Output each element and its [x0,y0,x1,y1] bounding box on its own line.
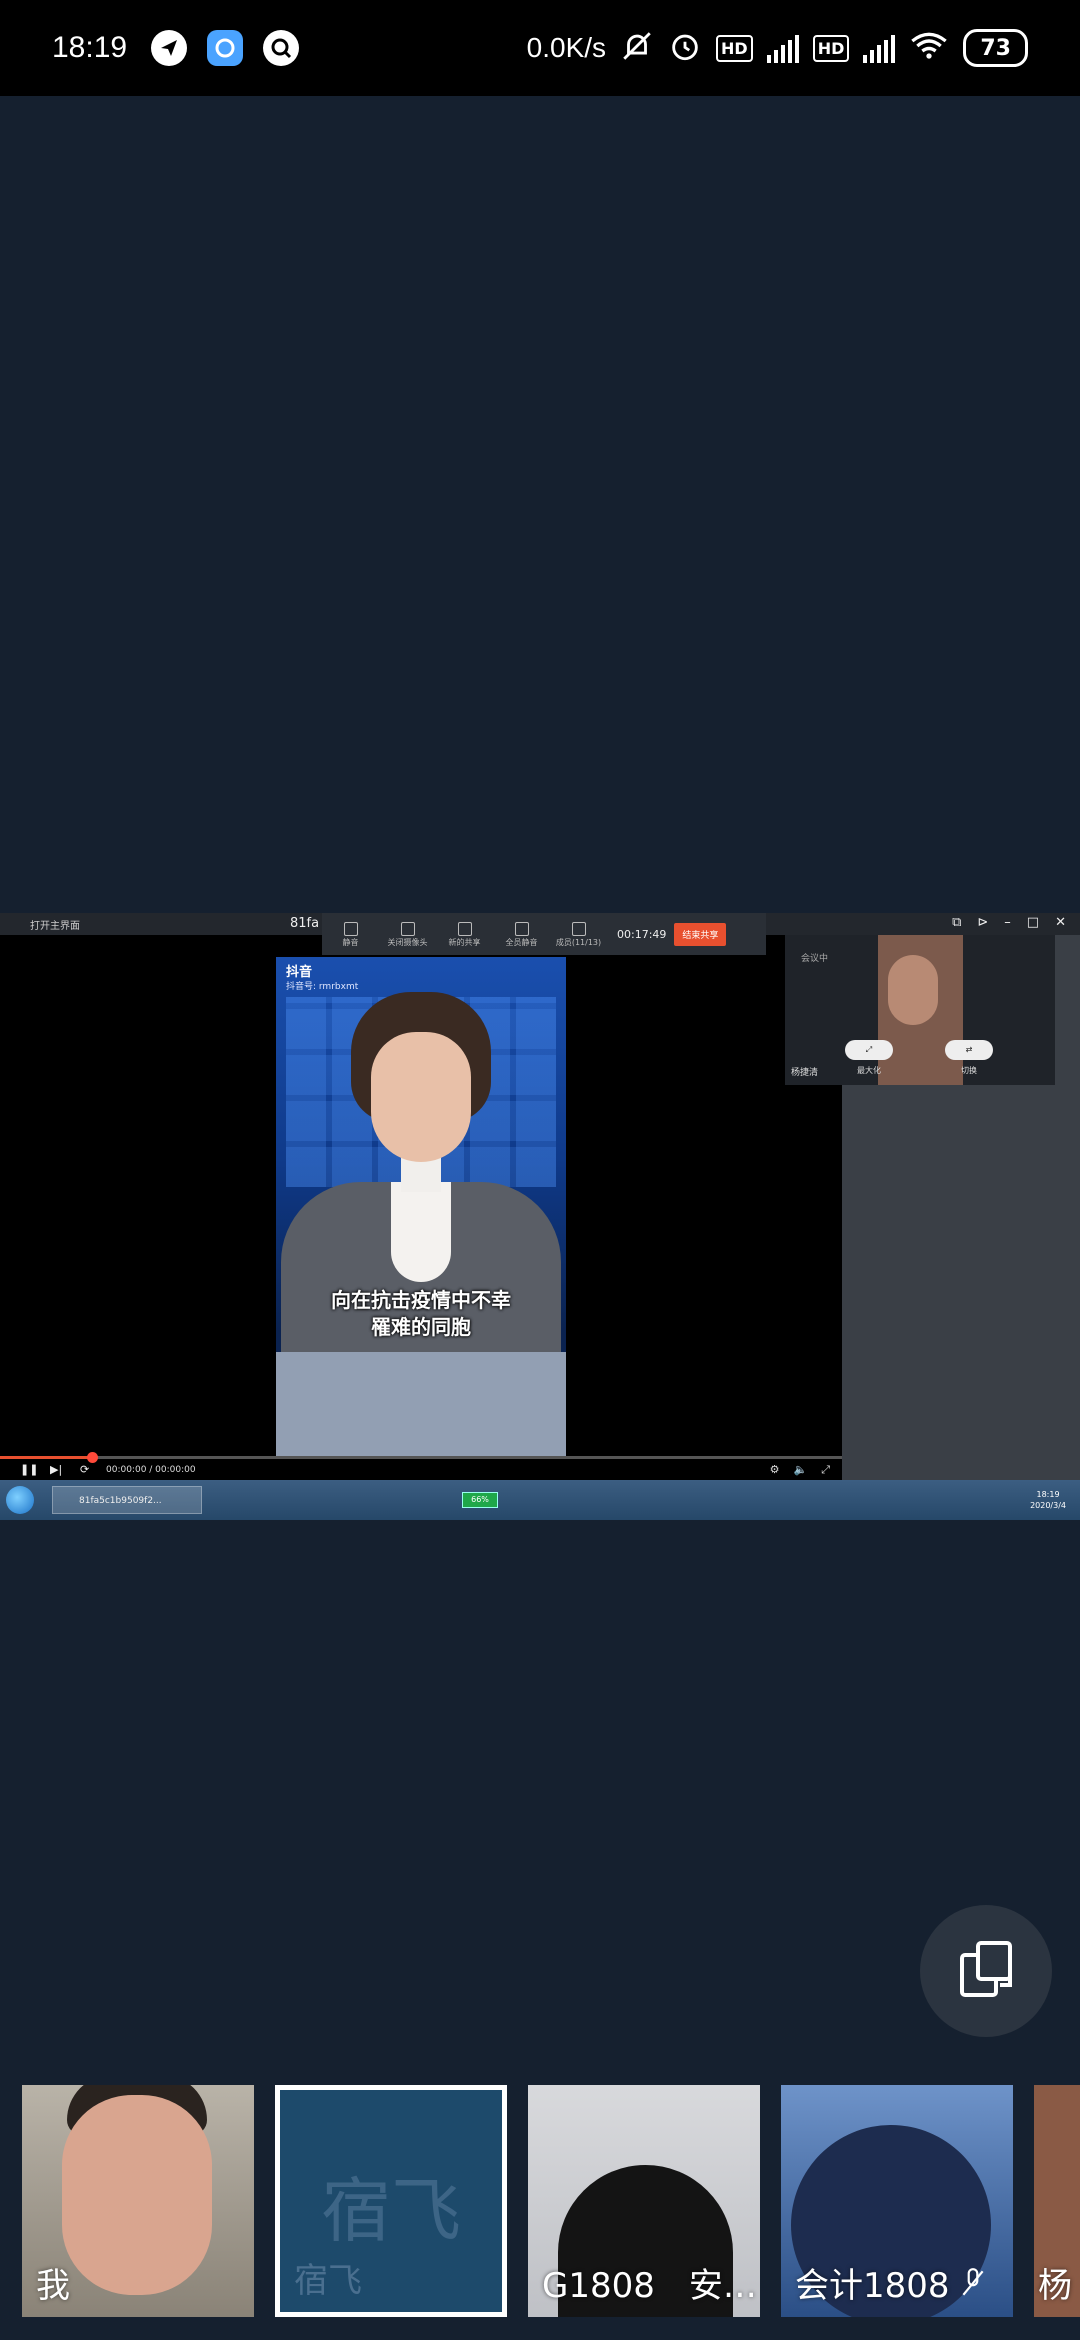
participant-strip[interactable]: 我 宿飞 宿飞 G1808 安… 会计1808 杨 [0,2085,1080,2320]
participant-tile[interactable]: G1808 安… [528,2085,760,2317]
start-button[interactable] [6,1486,34,1514]
participant-avatar-text: 宿飞 [321,2170,461,2252]
rotate-screen-icon [954,1937,1018,2005]
toolbar-mute-all-label: 全员静音 [505,938,538,947]
video-player[interactable]: 抖音 抖音号: rmrbxmt 向在抗击疫情中不幸 罹难的同胞 ❚❚ ▶| ⟳ … [0,935,842,1480]
toolbar-camera-label: 关闭摄像头 [387,938,428,947]
caption-line-1: 向在抗击疫情中不幸 [331,1288,511,1312]
douyin-id: 抖音号: rmrbxmt [286,982,359,992]
shared-screen[interactable]: 打开主界面 81fa ⧉ ⊳ – □ ✕ 抖音 抖音号: rmrbxmt 向在抗… [0,913,1080,1520]
signal-icon [766,33,799,63]
next-icon[interactable]: ▶| [50,1464,62,1475]
player-time: 00:00:00 / 00:00:00 [106,1465,196,1475]
pip-status: 会议中 [801,954,829,964]
alarm-icon [668,29,702,67]
signal-icon-2 [863,33,896,63]
participant-tile[interactable]: 会计1808 [781,2085,1013,2317]
status-time: 18:19 [52,31,128,64]
mic-icon [343,922,358,936]
toolbar-mute[interactable]: 静音 [322,920,379,948]
net-speed: 0.0K/s [526,32,607,63]
toolbar-mute-all[interactable]: 全员静音 [493,920,550,948]
participant-tile[interactable]: 我 [22,2085,254,2317]
toolbar-share[interactable]: 新的共享 [436,920,493,948]
pip-user-name: 杨捷清 [791,1068,819,1078]
participant-tile-selected[interactable]: 宿飞 宿飞 [275,2085,507,2317]
participant-name: 会计1808 [795,2258,986,2307]
pip-maximize-button[interactable]: ⤢ [845,1040,893,1060]
members-icon [571,922,586,936]
app-search-icon [263,30,300,66]
settings-icon[interactable]: ⚙ [770,1463,780,1477]
pin-icon[interactable]: ⊳ [977,915,988,930]
toolbar-camera[interactable]: 关闭摄像头 [379,920,436,948]
rotate-screen-button[interactable] [920,1905,1052,2037]
status-bar: 18:19 0.0K/s HD HD 73 [0,0,1080,96]
caption-line-2: 罹难的同胞 [371,1315,471,1339]
pause-icon[interactable]: ❚❚ [20,1464,38,1475]
tray-clock: 18:19 2020/3/4 [1030,1489,1066,1511]
video-caption: 向在抗击疫情中不幸 罹难的同胞 [296,1287,546,1341]
toolbar-members-label: 成员(11/13) [555,938,602,947]
hd-badge-2: HD [812,34,850,62]
player-controls: ❚❚ ▶| ⟳ 00:00:00 / 00:00:00 ⚙ 🔈 ⤢ [0,1460,842,1480]
mute-bell-icon [620,29,654,67]
battery-icon: 73 [963,29,1028,67]
fullscreen-icon[interactable]: ⤢ [821,1463,830,1477]
mute-all-icon [514,922,529,936]
taskbar-item[interactable]: 81fa5c1b9509f2... [52,1486,202,1514]
pip-switch-button[interactable]: ⇄ [945,1040,993,1060]
meeting-duration: 00:17:49 [617,927,667,941]
pip-maximize-label: 最大化 [857,1066,881,1075]
participant-name: 我 [36,2266,70,2306]
participant-name-text: 会计1808 [795,2266,950,2306]
toolbar-mute-label: 静音 [342,938,359,947]
participant-name: 宿飞 [294,2261,362,2301]
pip-camera [878,935,963,1085]
tray-battery: 66% [462,1492,498,1508]
camera-icon [400,922,415,936]
pip-switch-label: 切换 [961,1066,977,1075]
loop-icon[interactable]: ⟳ [80,1464,90,1475]
cast-icon[interactable]: ⧉ [952,915,961,930]
volume-icon[interactable]: 🔈 [793,1463,807,1477]
participant-tile[interactable]: 杨 [1034,2085,1080,2317]
douyin-logo: 抖音 [286,965,313,980]
meeting-id: 81fa [290,916,320,931]
participant-name: 杨 [1038,2266,1072,2306]
tray-time: 18:19 [1036,1490,1060,1499]
maximize-icon[interactable]: □ [1027,915,1039,930]
share-icon [457,922,472,936]
seek-bar[interactable] [0,1452,842,1463]
tray-date: 2020/3/4 [1030,1501,1066,1510]
close-icon[interactable]: ✕ [1055,915,1066,930]
app-notification-icon [151,30,188,66]
open-main-link[interactable]: 打开主界面 [30,917,80,932]
app-browser-icon [207,30,244,66]
toolbar-share-label: 新的共享 [448,938,481,947]
pip-window[interactable]: 会议中 杨捷清 ⤢ ⇄ 最大化 切换 [785,935,1055,1085]
participant-name: G1808 安… [542,2266,757,2306]
meeting-toolbar: 静音 关闭摄像头 新的共享 全员静音 成员(11/13) 00:17:49 结束… [322,913,766,955]
minimize-icon[interactable]: – [1004,915,1011,930]
window-controls: ⧉ ⊳ – □ ✕ [952,915,1066,930]
toolbar-members[interactable]: 成员(11/13) [550,920,607,948]
end-share-button[interactable]: 结束共享 [674,922,727,946]
wifi-icon [909,30,949,66]
video-frame: 抖音 抖音号: rmrbxmt 向在抗击疫情中不幸 罹难的同胞 [276,957,566,1457]
mic-muted-icon [960,2266,986,2306]
windows-taskbar: 81fa5c1b9509f2... 66% 18:19 2020/3/4 [0,1480,1080,1520]
hd-badge: HD [716,34,753,62]
